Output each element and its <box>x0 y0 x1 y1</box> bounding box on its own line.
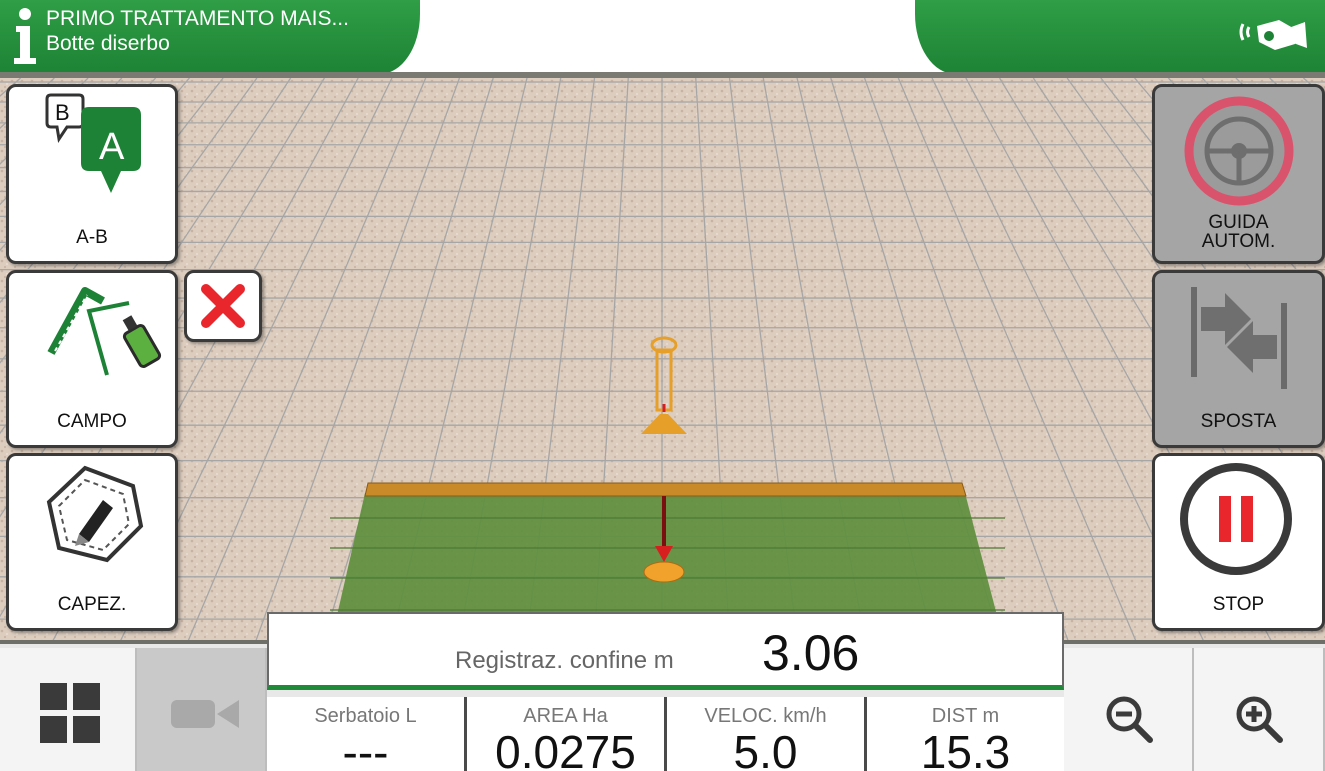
implement-name: Botte diserbo <box>46 32 170 55</box>
menu-button[interactable] <box>0 648 137 771</box>
boom-bar <box>364 482 967 497</box>
camera-icon <box>171 700 239 728</box>
guida-label: GUIDA AUTOM. <box>1155 213 1322 251</box>
auto-steer-button[interactable]: GUIDA AUTOM. <box>1152 84 1325 264</box>
job-info-panel[interactable]: PRIMO TRATTAMENTO MAIS... Botte diserbo <box>0 0 420 74</box>
area-stat: AREA Ha 0.0275 <box>467 697 667 771</box>
sposta-label: SPOSTA <box>1200 411 1277 432</box>
shift-button[interactable]: SPOSTA <box>1152 270 1325 448</box>
ab-line-button[interactable]: B A A-B <box>6 84 178 264</box>
field-grid <box>0 78 1325 646</box>
tank-stat: Serbatoio L --- <box>267 697 467 771</box>
guida-label-line1: GUIDA <box>1208 212 1269 233</box>
cancel-button[interactable] <box>184 270 262 342</box>
zoom-out-button[interactable] <box>1064 648 1194 771</box>
ab-marker-icon: B A <box>45 93 141 193</box>
headland-edit-icon <box>46 465 144 563</box>
ab-label: A-B <box>76 227 108 248</box>
distance-stat: DIST m 15.3 <box>867 697 1064 771</box>
steering-wheel-icon <box>1184 96 1294 206</box>
shift-line-icon <box>1191 287 1287 389</box>
stop-label: STOP <box>1212 594 1265 615</box>
boundary-recording-value: 3.06 <box>762 625 860 681</box>
tank-stat-value: --- <box>342 726 389 771</box>
zoom-in-icon <box>1236 696 1283 743</box>
capez-button[interactable]: CAPEZ. <box>6 453 178 631</box>
camera-button[interactable] <box>137 648 267 771</box>
rtk-signal-icon[interactable] <box>1235 10 1315 60</box>
capez-label: CAPEZ. <box>57 594 127 615</box>
distance-stat-value: 15.3 <box>920 726 1011 771</box>
campo-button[interactable]: CAMPO <box>6 270 178 448</box>
guida-label-line2: AUTOM. <box>1201 231 1276 252</box>
zoom-out-icon <box>1106 696 1153 743</box>
campo-label: CAMPO <box>57 411 127 432</box>
boundary-recording-label: Registraz. confine m <box>455 647 674 674</box>
info-icon <box>14 8 36 64</box>
close-icon <box>201 284 245 328</box>
marker-b-label: B <box>55 100 70 125</box>
area-stat-value: 0.0275 <box>495 726 636 771</box>
pause-icon <box>1180 463 1292 575</box>
marker-a-label: A <box>99 126 125 168</box>
grid-icon <box>40 683 100 743</box>
job-title: PRIMO TRATTAMENTO MAIS... <box>46 7 349 30</box>
top-bar: PRIMO TRATTAMENTO MAIS... Botte diserbo <box>0 0 1325 78</box>
speed-stat-value: 5.0 <box>733 726 798 771</box>
field-3d-view[interactable] <box>0 78 1325 646</box>
stop-button[interactable]: STOP <box>1152 453 1325 631</box>
zoom-in-button[interactable] <box>1194 648 1325 771</box>
field-boundary-icon <box>47 287 162 376</box>
boundary-recording-panel: Registraz. confine m 3.06 <box>267 612 1064 690</box>
speed-stat: VELOC. km/h 5.0 <box>667 697 867 771</box>
status-panel <box>915 0 1325 74</box>
